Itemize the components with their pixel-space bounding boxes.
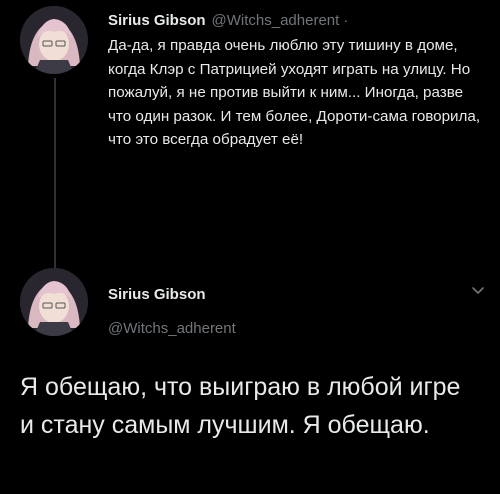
main-tweet-text: Я обещаю, что выиграю в любой игре и ста… bbox=[20, 373, 461, 439]
reply-text: Да-да, я правда очень люблю эту тишину в… bbox=[108, 37, 481, 149]
avatar[interactable] bbox=[20, 268, 88, 336]
thread-connector-line bbox=[54, 78, 56, 271]
avatar-image bbox=[20, 268, 88, 336]
reply-header: Sirius Gibson @Witchs_adherent · bbox=[108, 12, 488, 29]
author-handle[interactable]: @Witchs_adherent bbox=[212, 12, 340, 29]
separator-dot: · bbox=[343, 12, 349, 29]
avatar-image bbox=[20, 6, 88, 74]
chevron-down-icon[interactable] bbox=[470, 282, 486, 298]
avatar[interactable] bbox=[20, 6, 88, 74]
author-handle[interactable]: @Witchs_adherent bbox=[108, 320, 236, 337]
author-name[interactable]: Sirius Gibson bbox=[108, 12, 206, 29]
author-name[interactable]: Sirius Gibson bbox=[108, 286, 206, 303]
